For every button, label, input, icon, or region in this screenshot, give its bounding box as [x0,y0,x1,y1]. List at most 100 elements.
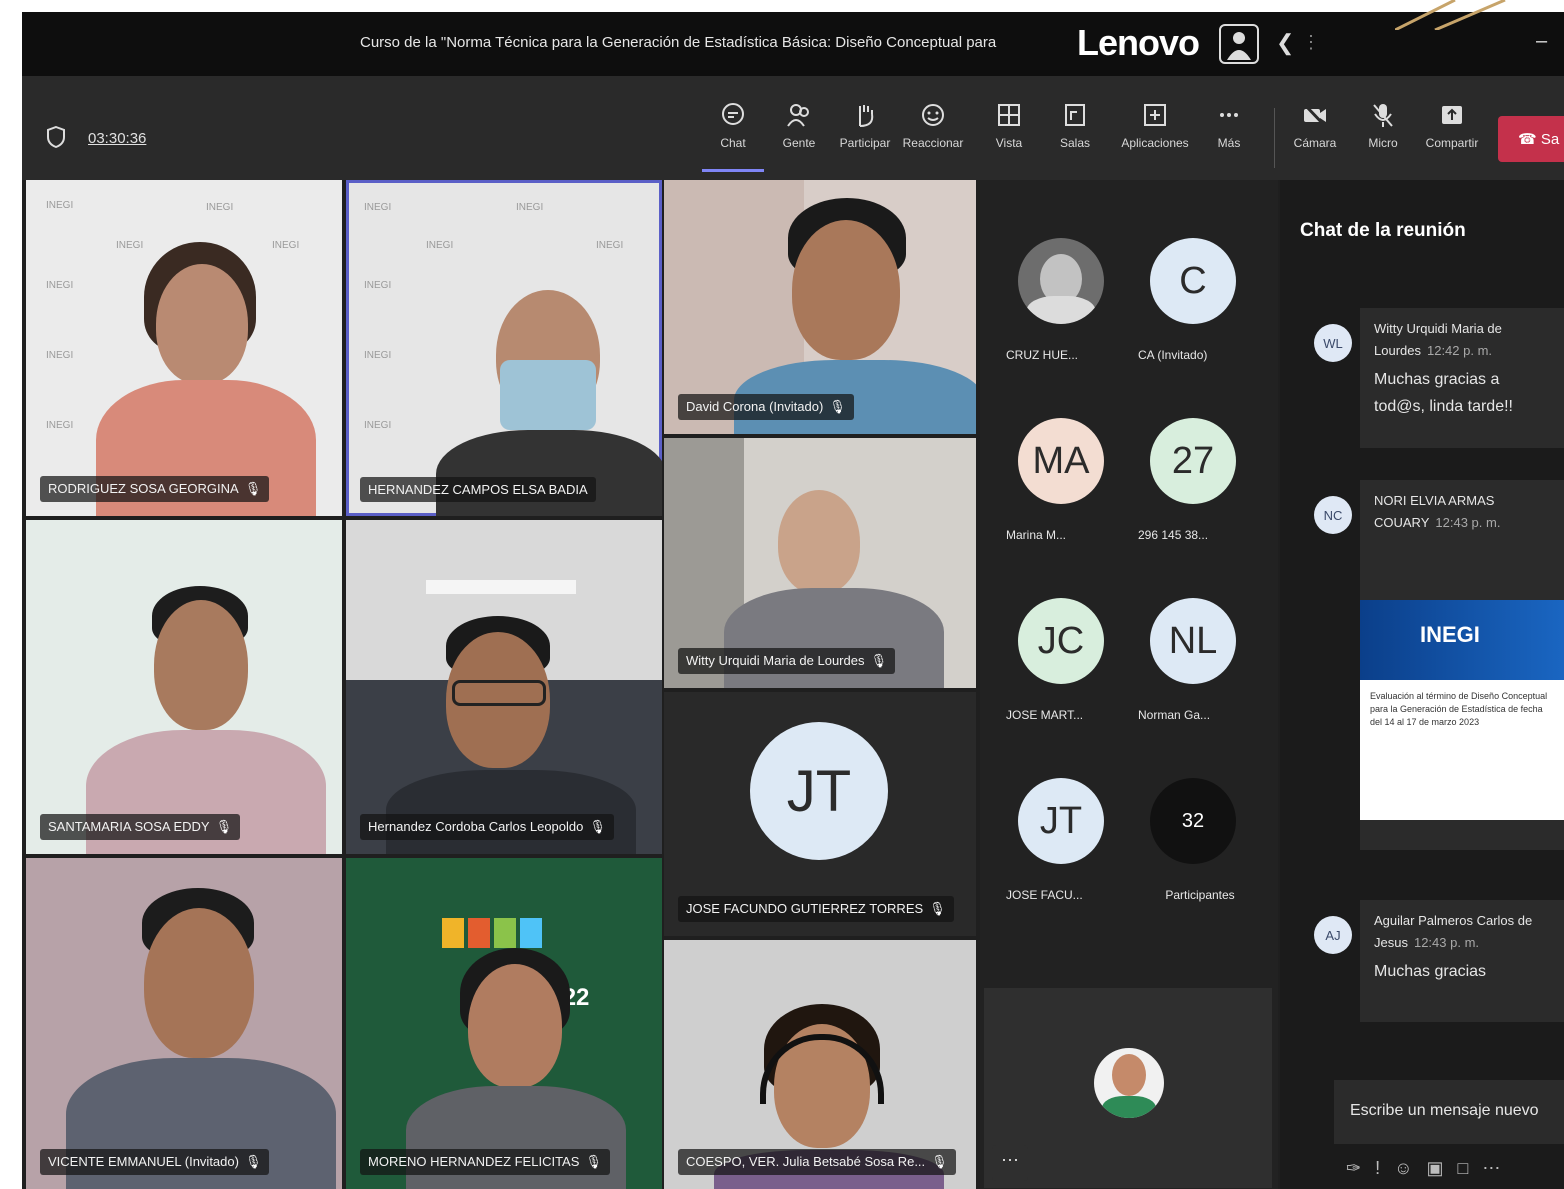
person-icon[interactable] [1219,24,1259,64]
leave-button[interactable]: ☎ Sa [1498,116,1564,162]
participants-count-button[interactable]: 32 Participantes [1150,778,1236,902]
participant-face [154,600,248,730]
mic-off-icon: 🎙 [244,1154,262,1169]
link-description: Evaluación al término de Diseño Conceptu… [1370,691,1548,727]
compose-message-input[interactable]: Escribe un mensaje nuevo [1334,1080,1564,1144]
inegi-watermark: INEGI [46,420,74,431]
participants-count: 32 [1150,778,1236,864]
raise-hand-label: Participar [839,136,891,150]
participant-name-tag: Hernandez Cordoba Carlos Leopoldo 🎙 [360,814,614,840]
video-tile[interactable]: VICENTE EMMANUEL (Invitado) 🎙 [26,858,342,1189]
participant-avatar-item[interactable]: 27 296 145 38... [1138,418,1236,542]
participant-avatar-item[interactable]: JT JOSE FACU... [1006,778,1104,902]
ceiling-light [426,580,576,594]
participant-avatar-item[interactable]: CRUZ HUE... [1006,238,1104,362]
participant-avatar-panel: CRUZ HUE... C CA (Invitado) MA Marina M.… [980,180,1278,1189]
message-time: 12:42 p. m. [1426,343,1493,358]
mic-off-icon: 🎙 [929,901,946,916]
participant-avatar-item[interactable]: NL Norman Ga... [1138,598,1236,722]
more-button[interactable]: Más [1198,102,1260,172]
participant-name: David Corona (Invitado) [686,399,824,414]
participant-name-tag: HERNANDEZ CAMPOS ELSA BADIA [360,477,596,502]
video-tile[interactable]: 2022 MORENO HERNANDEZ FELICITAS🎙 [346,858,662,1189]
sticker-icon[interactable]: □ [1458,1158,1483,1178]
mic-off-icon: 🎙 [829,399,846,414]
participant-avatar-item[interactable]: MA Marina M... [1006,418,1104,542]
camera-button[interactable]: Cámara [1284,102,1346,172]
video-tile[interactable]: David Corona (Invitado) 🎙 [664,180,976,434]
message-time: 12:43 p. m. [1435,515,1501,530]
participant-label: CA (Invitado) [1138,348,1208,362]
back-icon[interactable]: ❮ [1276,30,1294,56]
participant-face [778,490,860,594]
share-button[interactable]: Compartir [1418,102,1486,172]
participant-body [386,770,636,854]
participant-avatar-item[interactable]: JC JOSE MART... [1006,598,1104,722]
shield-icon [46,125,66,153]
participant-face [792,220,900,360]
raise-hand-button[interactable]: Participar [834,102,896,172]
meeting-title: Curso de la "Norma Técnica para la Gener… [360,34,997,51]
video-tile[interactable]: SANTAMARIA SOSA EDDY 🎙 [26,520,342,854]
video-tile[interactable]: Witty Urquidi Maria de Lourdes 🎙 [664,438,976,688]
chat-message[interactable]: Witty Urquidi Maria de Lourdes 12:42 p. m… [1360,308,1564,448]
shared-link-card[interactable]: INEGI Evaluación al término de Diseño Co… [1360,600,1564,820]
participant-name: HERNANDEZ CAMPOS ELSA BADIA [368,482,588,497]
people-button[interactable]: Gente [768,102,830,172]
compose-toolbar: ✑!☺▣□⋯ [1346,1158,1514,1179]
rooms-button[interactable]: Salas [1044,102,1106,172]
mic-label: Micro [1368,136,1398,150]
mic-off-icon: 🎙 [585,1154,602,1169]
participant-face [144,908,254,1058]
gif-icon[interactable]: ▣ [1427,1158,1458,1178]
participant-initials: C [1150,238,1236,324]
leave-label: Sa [1540,131,1560,148]
priority-icon[interactable]: ! [1375,1158,1394,1178]
meeting-chat-panel: Chat de la reunión WL Witty Urquidi Mari… [1280,180,1564,1189]
format-icon[interactable]: ✑ [1346,1158,1375,1178]
video-tile[interactable]: Hernandez Cordoba Carlos Leopoldo 🎙 [346,520,662,854]
poster-block [442,918,464,948]
participant-label: Marina M... [1006,528,1067,542]
grid-icon [998,104,1020,126]
participant-label: 296 145 38... [1138,528,1209,542]
chat-message[interactable]: Aguilar Palmeros Carlos de Jesus 12:43 p.… [1360,900,1564,1022]
participant-name-tag: SANTAMARIA SOSA EDDY 🎙 [40,814,241,840]
participant-name: SANTAMARIA SOSA EDDY [48,819,210,834]
video-tile[interactable]: INEGI INEGI INEGI INEGI INEGI INEGI INEG… [26,180,342,516]
poster-block [520,918,542,948]
participant-name: VICENTE EMMANUEL (Invitado) [48,1154,239,1169]
chat-icon [722,103,744,125]
more-icon[interactable]: ⋯ [1482,1158,1514,1178]
react-label: Reaccionar [902,136,964,150]
glasses [452,680,546,706]
participant-avatar-item[interactable]: C CA (Invitado) [1138,238,1236,362]
video-tile[interactable]: JT JOSE FACUNDO GUTIERREZ TORRES 🎙 [664,692,976,936]
video-tile[interactable]: INEGI INEGI INEGI INEGI INEGI INEGI INEG… [346,180,662,516]
mic-off-icon: 🎙 [589,819,606,834]
corner-decoration [1395,0,1506,30]
emoji-icon[interactable]: ☺ [1394,1158,1426,1178]
more-options-button[interactable]: ⋯ [992,1145,1028,1181]
inegi-watermark: INEGI [272,240,300,251]
more-icon [1220,113,1238,117]
self-face [1112,1054,1146,1096]
self-avatar [1094,1048,1164,1118]
react-button[interactable]: Reaccionar [902,102,964,172]
video-tile[interactable]: COESPO, VER. Julia Betsabé Sosa Re... 🎙 [664,940,976,1189]
add-app-icon [1144,104,1166,126]
inegi-watermark: INEGI [426,240,454,251]
inegi-watermark: INEGI [46,350,74,361]
mic-off-icon: 🎙 [244,481,262,496]
minimize-icon[interactable]: – [1536,30,1547,53]
participant-name-tag: VICENTE EMMANUEL (Invitado) 🎙 [40,1149,270,1175]
mic-button[interactable]: Micro [1352,102,1414,172]
inegi-watermark: INEGI [116,240,144,251]
view-button[interactable]: Vista [978,102,1040,172]
chat-button[interactable]: Chat [702,102,764,172]
apps-button[interactable]: Aplicaciones [1120,102,1190,172]
participant-name: Witty Urquidi Maria de Lourdes [686,653,865,668]
phone-hangup-icon: ☎ [1518,131,1537,148]
participants-label: Participantes [1165,888,1235,902]
share-label: Compartir [1425,136,1479,150]
